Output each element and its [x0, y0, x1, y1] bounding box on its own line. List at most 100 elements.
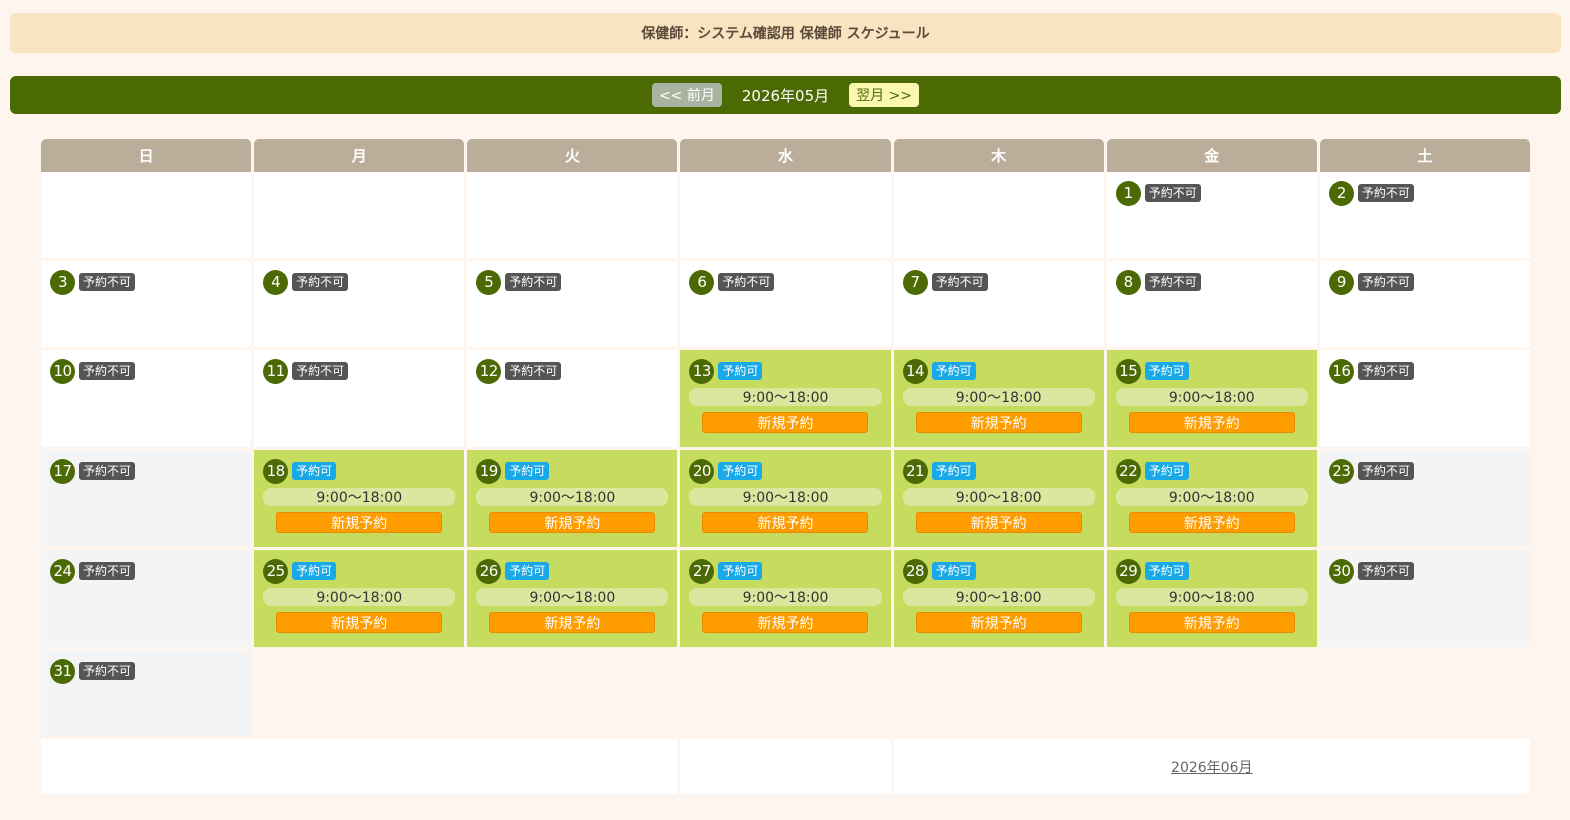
day-number: 2 — [1328, 180, 1354, 206]
day-number: 9 — [1328, 269, 1354, 295]
day-header-line: 12 予約不可 — [476, 358, 668, 384]
unavailable-badge: 予約不可 — [79, 562, 136, 580]
calendar-empty-cell — [680, 172, 891, 261]
day-number: 6 — [689, 269, 715, 295]
calendar-day-cell: 6 予約不可 — [680, 261, 891, 350]
calendar-day-cell: 28 予約可 9:00〜18:00 新規予約 — [893, 550, 1104, 650]
new-booking-button[interactable]: 新規予約 — [1128, 512, 1295, 533]
unavailable-badge: 予約不可 — [1144, 184, 1201, 202]
unavailable-badge: 予約不可 — [79, 662, 136, 680]
time-slot: 9:00〜18:00 — [689, 588, 882, 606]
unavailable-badge: 予約不可 — [1357, 362, 1414, 380]
weekday-header-sun: 日 — [41, 139, 252, 172]
unavailable-badge: 予約不可 — [931, 273, 988, 291]
day-number: 3 — [50, 269, 75, 295]
day-number: 11 — [263, 358, 289, 384]
unavailable-badge: 予約不可 — [292, 362, 349, 380]
time-slot: 9:00〜18:00 — [1115, 388, 1308, 406]
day-header-line: 19 予約可 — [476, 458, 668, 484]
new-booking-button[interactable]: 新規予約 — [276, 512, 443, 533]
new-booking-button[interactable]: 新規予約 — [489, 512, 656, 533]
available-badge: 予約可 — [292, 562, 337, 580]
day-number: 8 — [1115, 269, 1141, 295]
weekday-header-wed: 水 — [680, 139, 891, 172]
unavailable-badge: 予約不可 — [1357, 462, 1414, 480]
unavailable-badge: 予約不可 — [79, 273, 136, 291]
current-month-label: 2026年05月 — [741, 86, 830, 105]
calendar-empty-cell — [254, 172, 465, 261]
calendar-blank-cell — [254, 650, 464, 739]
day-number: 5 — [476, 269, 502, 295]
new-booking-button[interactable]: 新規予約 — [915, 512, 1082, 533]
new-booking-button[interactable]: 新規予約 — [1128, 412, 1295, 433]
day-number: 10 — [50, 358, 75, 384]
new-booking-button[interactable]: 新規予約 — [489, 612, 656, 633]
weekday-header-fri: 金 — [1106, 139, 1317, 172]
unavailable-badge: 予約不可 — [1357, 184, 1414, 202]
day-number: 26 — [476, 558, 502, 584]
next-month-button[interactable]: 翌月 >> — [849, 83, 920, 107]
day-header-line: 15 予約可 — [1115, 358, 1308, 384]
calendar-day-cell: 20 予約可 9:00〜18:00 新規予約 — [680, 450, 891, 550]
new-booking-button[interactable]: 新規予約 — [702, 512, 869, 533]
calendar-day-cell: 8 予約不可 — [1106, 261, 1317, 350]
calendar-empty-cell — [41, 172, 252, 261]
calendar-blank-cell — [1320, 650, 1530, 739]
calendar-day-cell: 27 予約可 9:00〜18:00 新規予約 — [680, 550, 891, 650]
calendar-day-cell: 2 予約不可 — [1319, 172, 1530, 261]
month-navigation: << 前月 2026年05月 翌月 >> — [10, 76, 1561, 114]
time-slot: 9:00〜18:00 — [902, 488, 1095, 506]
time-slot: 9:00〜18:00 — [1115, 588, 1308, 606]
calendar-day-cell: 11 予約不可 — [254, 350, 465, 450]
unavailable-badge: 予約不可 — [505, 362, 562, 380]
day-number: 27 — [689, 558, 715, 584]
new-booking-button[interactable]: 新規予約 — [702, 412, 869, 433]
weekday-header-sat: 土 — [1319, 139, 1530, 172]
new-booking-button[interactable]: 新規予約 — [1128, 612, 1295, 633]
calendar-day-cell: 4 予約不可 — [254, 261, 465, 350]
unavailable-badge: 予約不可 — [718, 273, 775, 291]
available-badge: 予約可 — [1144, 462, 1189, 480]
calendar-day-cell: 7 予約不可 — [893, 261, 1104, 350]
new-booking-button[interactable]: 新規予約 — [915, 412, 1082, 433]
day-number: 22 — [1115, 458, 1141, 484]
page-title: 保健師：システム確認用 保健師 スケジュール — [10, 13, 1561, 53]
weekday-header-mon: 月 — [254, 139, 465, 172]
new-booking-button[interactable]: 新規予約 — [702, 612, 869, 633]
day-header-line: 24 予約不可 — [50, 558, 242, 584]
new-booking-button[interactable]: 新規予約 — [276, 612, 443, 633]
day-header-line: 14 予約可 — [902, 358, 1095, 384]
calendar-day-cell: 25 予約可 9:00〜18:00 新規予約 — [254, 550, 465, 650]
calendar-day-cell: 3 予約不可 — [41, 261, 252, 350]
day-number: 16 — [1328, 358, 1354, 384]
available-badge: 予約可 — [505, 462, 550, 480]
time-slot: 9:00〜18:00 — [902, 388, 1095, 406]
day-header-line: 28 予約可 — [902, 558, 1095, 584]
day-header-line: 11 予約不可 — [263, 358, 455, 384]
calendar-day-cell: 5 予約不可 — [467, 261, 678, 350]
day-header-line: 23 予約不可 — [1328, 458, 1521, 484]
calendar-day-cell: 31 予約不可 — [41, 650, 252, 739]
page-title-text: 保健師：システム確認用 保健師 スケジュール — [641, 26, 930, 42]
day-header-line: 25 予約可 — [263, 558, 455, 584]
unavailable-badge: 予約不可 — [79, 462, 136, 480]
available-badge: 予約可 — [292, 462, 337, 480]
day-header-line: 26 予約可 — [476, 558, 668, 584]
prev-month-button[interactable]: << 前月 — [651, 83, 722, 107]
day-header-line: 20 予約可 — [689, 458, 881, 484]
time-slot: 9:00〜18:00 — [476, 488, 669, 506]
day-header-line: 18 予約可 — [263, 458, 455, 484]
unavailable-badge: 予約不可 — [292, 273, 349, 291]
time-slot: 9:00〜18:00 — [476, 588, 669, 606]
day-header-line: 10 予約不可 — [50, 358, 242, 384]
day-header-line: 17 予約不可 — [50, 458, 242, 484]
unavailable-badge: 予約不可 — [1357, 562, 1414, 580]
day-number: 14 — [902, 358, 928, 384]
unavailable-badge: 予約不可 — [1357, 273, 1414, 291]
time-slot: 9:00〜18:00 — [263, 488, 456, 506]
new-booking-button[interactable]: 新規予約 — [915, 612, 1082, 633]
day-header-line: 31 予約不可 — [50, 658, 242, 684]
next-month-link[interactable]: 2026年06月 — [1171, 757, 1252, 777]
day-header-line: 29 予約可 — [1115, 558, 1308, 584]
calendar-blank-cell — [894, 650, 1104, 739]
